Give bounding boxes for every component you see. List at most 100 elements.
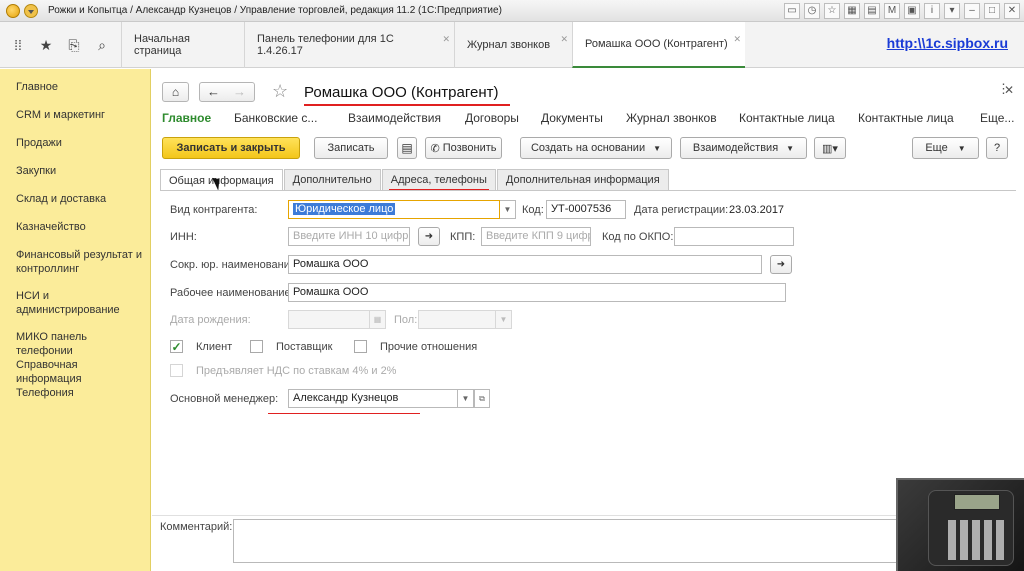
- star-icon[interactable]: ★: [38, 37, 54, 53]
- manager-underline: [268, 413, 420, 414]
- history-icon[interactable]: ◷: [804, 3, 820, 19]
- close-icon[interactable]: ✕: [442, 34, 450, 45]
- kpp-input[interactable]: Введите КПП 9 цифр: [481, 227, 591, 246]
- more-button[interactable]: Еще ▼: [912, 137, 979, 159]
- sidebar-item-miko-panel[interactable]: МИКО панель телефонии: [16, 330, 146, 358]
- maximize-icon[interactable]: □: [984, 3, 1000, 19]
- print-menu-icon[interactable]: ▥▾: [814, 137, 846, 159]
- link-bank-accounts[interactable]: Банковские с...: [234, 111, 317, 125]
- zoom-icon[interactable]: ▣: [904, 3, 920, 19]
- report-icon[interactable]: ▤: [397, 137, 417, 159]
- title-underline: [304, 104, 510, 106]
- main-menu-icon[interactable]: [24, 4, 38, 18]
- manager-input[interactable]: Александр Кузнецов: [288, 389, 458, 408]
- print-icon[interactable]: ▭: [784, 3, 800, 19]
- code-label: Код:: [522, 204, 544, 216]
- kind-label: Вид контрагента:: [170, 204, 258, 216]
- tab-additional-info[interactable]: Дополнительная информация: [496, 169, 669, 190]
- link-call-log[interactable]: Журнал звонков: [626, 111, 717, 125]
- m-plus-icon[interactable]: M: [884, 3, 900, 19]
- client-checkbox[interactable]: [170, 340, 183, 353]
- close-icon[interactable]: ✕: [733, 34, 741, 45]
- registration-date-value: 23.03.2017: [729, 204, 785, 216]
- call-button-label: Позвонить: [442, 142, 497, 154]
- help-button[interactable]: ?: [986, 137, 1008, 159]
- tab-label: Ромашка ООО (Контрагент): [585, 38, 728, 50]
- vat-checkbox[interactable]: [170, 364, 183, 377]
- sidebar-item-sales[interactable]: Продажи: [16, 136, 146, 150]
- registration-date-label: Дата регистрации:: [634, 204, 729, 216]
- sidebar-item-reference[interactable]: Справочная информация: [16, 358, 146, 386]
- create-based-on-label: Создать на основании: [530, 142, 646, 154]
- calendar-icon[interactable]: ▤: [864, 3, 880, 19]
- favorites-icon[interactable]: ☆: [824, 3, 840, 19]
- forward-arrow-icon[interactable]: →: [233, 84, 246, 99]
- kind-select[interactable]: Юридическое лицо: [288, 200, 500, 219]
- home-icon[interactable]: ⌂: [162, 82, 189, 102]
- inn-input[interactable]: Введите ИНН 10 цифр: [288, 227, 410, 246]
- interactions-button[interactable]: Взаимодействия ▼: [680, 137, 807, 159]
- call-button[interactable]: ✆ Позвонить: [425, 137, 502, 159]
- sidebar-item-crm[interactable]: CRM и маркетинг: [16, 108, 146, 122]
- other-relations-checkbox[interactable]: [354, 340, 367, 353]
- close-window-icon[interactable]: ✕: [1004, 3, 1020, 19]
- open-manager-icon[interactable]: ⧉: [474, 389, 490, 408]
- sidebar-item-telephony[interactable]: Телефония: [16, 386, 146, 400]
- manager-dropdown-icon[interactable]: ▼: [458, 389, 474, 408]
- info-icon[interactable]: i: [924, 3, 940, 19]
- work-name-input[interactable]: Ромашка ООО: [288, 283, 786, 302]
- supplier-label: Поставщик: [276, 341, 333, 353]
- birth-date-input[interactable]: [288, 310, 370, 329]
- tab-home[interactable]: Начальная страница: [121, 22, 244, 68]
- supplier-checkbox[interactable]: [250, 340, 263, 353]
- link-documents[interactable]: Документы: [541, 111, 603, 125]
- link-contracts[interactable]: Договоры: [465, 111, 519, 125]
- tab-addresses-phones[interactable]: Адреса, телефоны: [381, 169, 496, 190]
- manager-label: Основной менеджер:: [170, 393, 279, 405]
- short-name-input[interactable]: Ромашка ООО: [288, 255, 762, 274]
- other-relations-label: Прочие отношения: [380, 341, 478, 353]
- phone-icon: ✆: [430, 142, 440, 155]
- calculator-icon[interactable]: ▦: [844, 3, 860, 19]
- sidebar-item-main[interactable]: Главное: [16, 80, 146, 94]
- favorite-star-icon[interactable]: ☆: [272, 81, 288, 102]
- edit-short-name-icon[interactable]: ➜: [770, 255, 792, 274]
- tab-additional[interactable]: Дополнительно: [283, 169, 381, 190]
- apps-grid-icon[interactable]: ⁞⁞: [10, 37, 26, 53]
- calendar-icon[interactable]: ▦: [370, 310, 386, 329]
- create-based-on-button[interactable]: Создать на основании ▼: [520, 137, 672, 159]
- sidebar-item-purchases[interactable]: Закупки: [16, 164, 146, 178]
- sidebar: Главное CRM и маркетинг Продажи Закупки …: [0, 69, 151, 571]
- save-button[interactable]: Записать: [314, 137, 388, 159]
- sex-dropdown-icon[interactable]: ▼: [496, 310, 512, 329]
- site-link[interactable]: http:\\1c.sipbox.ru: [887, 35, 1008, 51]
- tab-telephony-panel[interactable]: Панель телефонии для 1С 1.4.26.17 ✕: [244, 22, 454, 68]
- close-icon[interactable]: ✕: [560, 34, 568, 45]
- okpo-input[interactable]: [674, 227, 794, 246]
- back-arrow-icon[interactable]: ←: [207, 84, 220, 99]
- link-contact-persons-2[interactable]: Контактные лица: [858, 111, 954, 125]
- sidebar-item-treasury[interactable]: Казначейство: [16, 220, 146, 234]
- window-title: Рожки и Копытца / Александр Кузнецов / У…: [48, 5, 502, 16]
- save-and-close-button[interactable]: Записать и закрыть: [162, 137, 300, 159]
- link-main[interactable]: Главное: [162, 111, 211, 125]
- sex-select[interactable]: [418, 310, 496, 329]
- fill-by-inn-icon[interactable]: ➜: [418, 227, 440, 246]
- history-list-icon[interactable]: ⎘: [66, 37, 82, 53]
- code-field[interactable]: УТ-0007536: [546, 200, 626, 219]
- close-icon[interactable]: ✕: [1004, 83, 1014, 97]
- link-interactions[interactable]: Взаимодействия: [348, 111, 441, 125]
- tab-call-log[interactable]: Журнал звонков ✕: [454, 22, 572, 68]
- sidebar-item-warehouse[interactable]: Склад и доставка: [16, 192, 146, 206]
- search-icon[interactable]: ⌕: [94, 37, 110, 53]
- kind-dropdown-icon[interactable]: ▼: [500, 200, 516, 219]
- minimize-icon[interactable]: –: [964, 3, 980, 19]
- dropdown-icon[interactable]: ▾: [944, 3, 960, 19]
- link-more[interactable]: Еще...: [980, 111, 1014, 125]
- tab-counterparty[interactable]: Ромашка ООО (Контрагент) ✕: [572, 22, 745, 68]
- page-title: Ромашка ООО (Контрагент): [304, 84, 499, 101]
- link-contact-persons[interactable]: Контактные лица: [739, 111, 835, 125]
- sidebar-item-nsi-admin[interactable]: НСИ и администрирование: [16, 289, 146, 317]
- sidebar-item-financial-result[interactable]: Финансовый результат и контроллинг: [16, 248, 146, 276]
- divider: [152, 515, 1024, 516]
